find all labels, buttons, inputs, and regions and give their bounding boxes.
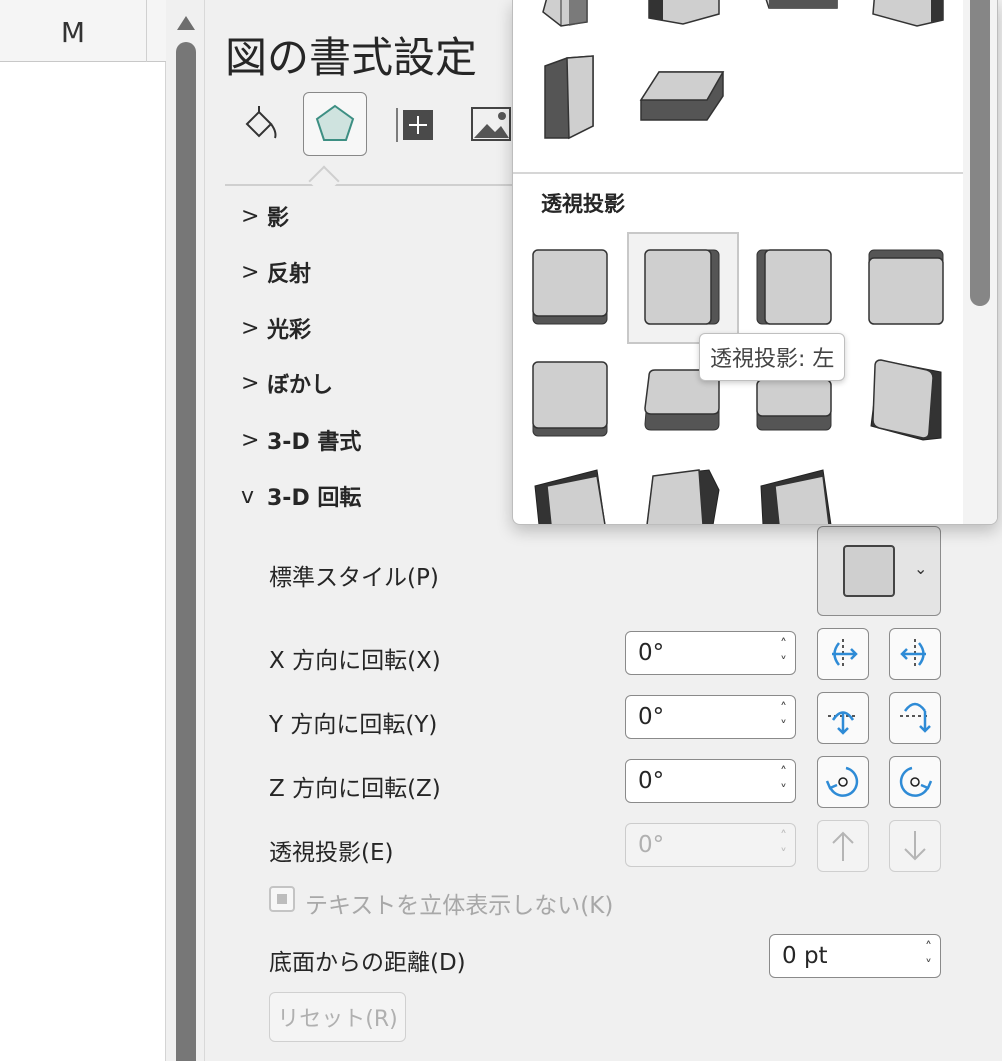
worksheet-area[interactable]: M: [0, 0, 166, 1061]
perspective-input[interactable]: 0° ˄ ˅: [625, 823, 796, 867]
tab-effects[interactable]: [303, 92, 367, 156]
rotate-left-button[interactable]: [817, 628, 869, 680]
distance-value: 0 pt: [782, 943, 828, 969]
preset-item-perspective-front[interactable]: [532, 249, 608, 325]
chevron-right-icon: >: [241, 427, 260, 453]
column-header[interactable]: M: [0, 0, 166, 62]
rotate-right-icon: [900, 639, 926, 669]
z-rotation-value: 0°: [638, 768, 665, 794]
section-reflection[interactable]: > 反射: [241, 252, 311, 292]
preset-swatch: [843, 545, 895, 597]
preset-dropdown-button[interactable]: ⌄: [817, 526, 941, 616]
perspective-decrease-button[interactable]: [889, 820, 941, 872]
spinner-arrows-icon[interactable]: ˄ ˅: [925, 939, 932, 975]
preset-gallery: 透視投影: [512, 0, 998, 525]
keep-text-flat-checkbox[interactable]: [269, 886, 295, 912]
spinner-arrows-icon[interactable]: ˄ ˅: [780, 764, 787, 800]
picture-icon: [471, 107, 511, 141]
x-rotation-label: X 方向に回転(X): [269, 648, 441, 674]
y-rotation-label: Y 方向に回転(Y): [269, 712, 438, 738]
section-3d-format[interactable]: >3-D 書式: [241, 420, 361, 460]
section-label: 影: [267, 206, 290, 231]
section-3d-rotation[interactable]: v 3-D 回転: [241, 476, 361, 516]
section-label: 光彩: [267, 318, 312, 343]
perspective-gallery-grid: [532, 249, 944, 525]
rotate-clockwise-icon: [899, 766, 933, 797]
pentagon-icon: [315, 104, 355, 141]
distance-from-ground-input[interactable]: 0 pt ˄ ˅: [769, 934, 941, 978]
chevron-right-icon: >: [241, 203, 260, 229]
tab-fill-line[interactable]: [227, 92, 291, 156]
section-label: 反射: [267, 262, 312, 287]
gallery-scrollbar[interactable]: [963, 0, 997, 524]
tab-indicator: [308, 165, 340, 197]
chevron-right-icon: >: [241, 315, 260, 341]
tilt-up-icon: [828, 711, 858, 735]
rotate-right-button[interactable]: [889, 628, 941, 680]
rotate-clockwise-button[interactable]: [889, 756, 941, 808]
tab-divider: [225, 184, 525, 186]
perspective-value: 0°: [638, 832, 665, 858]
section-label: 3-D 回転: [267, 486, 362, 511]
preset-item-perspective-contrasting[interactable]: [646, 469, 720, 525]
tilt-up-button[interactable]: [817, 692, 869, 744]
size-position-icon: [396, 108, 433, 142]
preset-item-perspective-above[interactable]: [532, 361, 608, 437]
tab-size-properties[interactable]: [383, 92, 447, 156]
reset-button[interactable]: リセット(R): [269, 992, 406, 1042]
arrow-down-icon: [904, 831, 926, 861]
section-label: ぼかし: [267, 373, 334, 398]
chevron-down-icon: ⌄: [914, 559, 928, 578]
spinner-arrows-icon[interactable]: ˄ ˅: [780, 828, 787, 864]
preset-item-perspective-heroic[interactable]: [870, 359, 942, 441]
rotate-counterclockwise-button[interactable]: [817, 756, 869, 808]
preset-item-perspective-contrasting[interactable]: [760, 469, 832, 525]
tilt-down-button[interactable]: [889, 692, 941, 744]
y-rotation-value: 0°: [638, 704, 665, 730]
preset-item-perspective-relaxed-moderate[interactable]: [756, 379, 832, 431]
preset-tooltip: 透視投影: 左: [699, 333, 846, 381]
z-rotation-label: Z 方向に回転(Z): [269, 776, 441, 802]
tilt-down-icon: [900, 702, 931, 733]
rotate-counterclockwise-icon: [825, 766, 859, 797]
preset-item-perspective-right[interactable]: [756, 249, 832, 325]
section-soft-edges[interactable]: > ぼかし: [241, 363, 333, 403]
section-shadow[interactable]: > 影: [241, 196, 289, 236]
section-label: 3-D 書式: [267, 430, 362, 455]
preset-item-perspective-left[interactable]: [644, 249, 720, 325]
spinner-arrows-icon[interactable]: ˄ ˅: [780, 636, 787, 672]
keep-text-flat-label: テキストを立体表示しない(K): [305, 893, 614, 919]
y-rotation-input[interactable]: 0° ˄ ˅: [625, 695, 796, 739]
chevron-right-icon: >: [241, 370, 260, 396]
preset-label: 標準スタイル(P): [269, 565, 439, 591]
z-rotation-input[interactable]: 0° ˄ ˅: [625, 759, 796, 803]
paint-bucket-icon: [245, 106, 277, 139]
perspective-increase-button[interactable]: [817, 820, 869, 872]
distance-from-ground-label: 底面からの距離(D): [269, 950, 466, 976]
chevron-down-icon: v: [241, 483, 255, 509]
section-glow[interactable]: > 光彩: [241, 308, 311, 348]
pane-title: 図の書式設定: [225, 33, 478, 82]
spinner-arrows-icon[interactable]: ˄ ˅: [780, 700, 787, 736]
x-rotation-value: 0°: [638, 640, 665, 666]
pane-scrollbar[interactable]: [166, 0, 205, 1061]
perspective-label: 透視投影(E): [269, 840, 394, 866]
chevron-right-icon: >: [241, 259, 260, 285]
scroll-up-arrow-icon[interactable]: [177, 16, 195, 30]
rotate-left-icon: [832, 639, 858, 669]
scrollbar-thumb[interactable]: [176, 42, 196, 1061]
column-header-m[interactable]: M: [0, 0, 147, 62]
gallery-scrollbar-thumb[interactable]: [970, 0, 990, 306]
preset-item-perspective-contrasting[interactable]: [534, 469, 606, 525]
x-rotation-input[interactable]: 0° ˄ ˅: [625, 631, 796, 675]
arrow-up-icon: [832, 831, 854, 861]
preset-item-perspective-below[interactable]: [868, 249, 944, 325]
